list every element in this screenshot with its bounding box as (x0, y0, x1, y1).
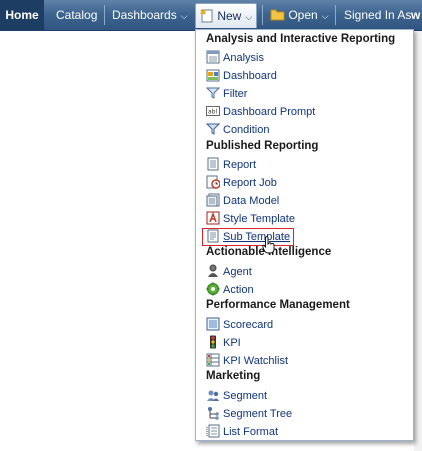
section-title-analysis: Analysis and Interactive Reporting (206, 33, 396, 45)
new-document-icon (200, 9, 213, 23)
menu-item-kpi-watchlist[interactable]: KPI Watchlist (206, 353, 288, 369)
menu-item-label: KPI Watchlist (223, 355, 288, 367)
chevron-down-icon: ⌵ (245, 12, 253, 22)
dashboards-menu[interactable]: Dashboards ⌵ (112, 0, 188, 30)
analysis-icon (206, 50, 220, 64)
menu-item-label: List Format (223, 426, 279, 438)
catalog-link[interactable]: Catalog (56, 0, 97, 30)
menu-item-label: Segment (223, 390, 268, 402)
menu-item-label: Dashboard (223, 70, 277, 82)
menu-item-label: Report Job (223, 177, 277, 189)
home-link[interactable]: Home (0, 0, 44, 30)
chevron-down-icon: ⌵ (321, 11, 329, 21)
nav-separator (335, 5, 336, 25)
filter-icon (206, 87, 220, 99)
new-dropdown-menu: Analysis and Interactive Reporting Analy… (195, 29, 414, 441)
menu-item-segment[interactable]: Segment (206, 388, 267, 404)
folder-icon (270, 9, 285, 21)
section-title-performance-management: Performance Management (206, 299, 350, 311)
menu-item-style-template[interactable]: Style Template (206, 211, 295, 227)
menu-item-kpi[interactable]: KPI (206, 335, 241, 351)
sub-template-icon (207, 229, 219, 243)
menu-item-label: Segment Tree (223, 408, 293, 420)
list-format-icon (206, 424, 220, 438)
menu-item-dashboard-prompt[interactable]: abl Dashboard Prompt (206, 104, 315, 120)
menu-item-report-job[interactable]: Report Job (206, 175, 277, 191)
menu-item-data-model[interactable]: Data Model (206, 193, 279, 209)
kpi-icon (210, 335, 216, 349)
segment-icon (207, 390, 219, 401)
dashboards-label: Dashboards (112, 8, 177, 22)
menu-item-action[interactable]: Action (206, 282, 254, 298)
new-label: New (217, 9, 242, 23)
user-name-link[interactable]: w (411, 0, 420, 30)
menu-item-dashboard[interactable]: Dashboard (206, 68, 277, 84)
action-icon (206, 282, 220, 296)
open-menu[interactable]: Open ⌵ (270, 0, 329, 30)
menu-item-label: KPI (223, 337, 241, 349)
menu-item-label: Data Model (223, 195, 280, 207)
open-label: Open (288, 8, 318, 22)
dashboard-icon (206, 69, 220, 82)
style-template-icon (206, 211, 220, 225)
report-job-icon (206, 175, 220, 189)
scrollbar[interactable] (414, 31, 422, 451)
menu-item-filter[interactable]: Filter (206, 86, 247, 102)
menu-item-segment-tree[interactable]: Segment Tree (206, 406, 292, 422)
chevron-down-icon: ⌵ (180, 11, 188, 21)
global-header: Home Catalog Dashboards ⌵ New ⌵ Open ⌵ Sign… (0, 0, 422, 31)
menu-item-label: Dashboard Prompt (223, 106, 316, 118)
menu-item-label: Report (223, 159, 257, 171)
menu-item-label: Agent (223, 266, 252, 278)
dashboard-prompt-icon: abl (206, 106, 220, 116)
menu-item-sub-template[interactable]: Sub Template (202, 228, 295, 246)
section-title-marketing: Marketing (206, 370, 261, 382)
kpi-watchlist-icon (206, 353, 220, 367)
menu-item-label: Filter (223, 88, 248, 100)
menu-item-analysis[interactable]: Analysis (206, 50, 264, 66)
condition-icon (206, 123, 220, 135)
data-model-icon (206, 193, 220, 207)
menu-item-scorecard[interactable]: Scorecard (206, 317, 273, 333)
menu-item-condition[interactable]: Condition (206, 122, 269, 138)
report-icon (207, 157, 219, 171)
new-menu-button[interactable]: New ⌵ (195, 3, 257, 28)
menu-item-label: Style Template (223, 213, 295, 225)
nav-separator (262, 5, 263, 25)
menu-item-list-format[interactable]: List Format (206, 424, 278, 440)
signed-in-label: Signed In As (344, 8, 412, 22)
menu-item-label: Action (223, 284, 254, 296)
hand-cursor-icon (262, 236, 275, 254)
menu-item-label: Scorecard (223, 319, 274, 331)
menu-item-label: Sub Template (223, 231, 291, 243)
menu-item-report[interactable]: Report (206, 157, 256, 173)
agent-icon (208, 264, 218, 277)
section-title-published-reporting: Published Reporting (206, 140, 319, 152)
segment-tree-icon (208, 407, 219, 420)
menu-item-agent[interactable]: Agent (206, 264, 252, 280)
scorecard-icon (206, 317, 220, 331)
menu-item-label: Condition (223, 124, 270, 136)
svg-text:abl: abl (208, 109, 217, 116)
menu-item-label: Analysis (223, 52, 264, 64)
nav-separator (104, 5, 105, 25)
